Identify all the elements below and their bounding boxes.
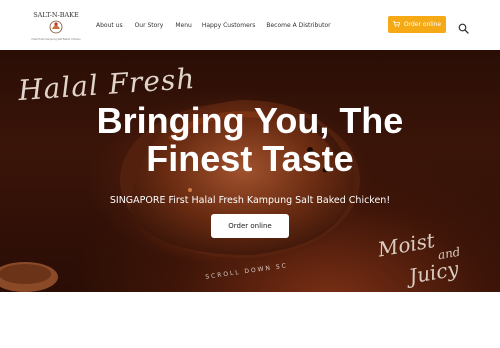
cart-icon	[392, 20, 401, 29]
nav-our-story[interactable]: Our Story	[135, 20, 164, 32]
order-online-hero-button[interactable]: Order online	[211, 214, 289, 238]
nav-menu[interactable]: Menu	[175, 20, 191, 32]
nav-happy-customers[interactable]: Happy Customers	[202, 20, 256, 32]
site-header: SALT-N-BAKE Halal Fresh Kampung Salt Bak…	[0, 0, 500, 50]
svg-text:SALT-N-BAKE: SALT-N-BAKE	[33, 11, 79, 19]
search-icon[interactable]	[458, 19, 469, 34]
hero-banner: Halal Fresh Bringing You, The Finest Tas…	[0, 50, 500, 292]
order-online-header-button[interactable]: Order online	[388, 16, 446, 33]
hero-title-line-2: Finest Taste	[146, 138, 354, 179]
nav-become-distributor[interactable]: Become A Distributor	[266, 20, 330, 32]
order-online-header-label: Order online	[403, 21, 442, 28]
svg-text:Halal Fresh Kampung Salt Baked: Halal Fresh Kampung Salt Baked Chicken	[31, 38, 81, 41]
hero-subtitle: SINGAPORE First Halal Fresh Kampung Salt…	[109, 195, 391, 206]
moist-and-juicy-script: Moist and Juicy	[376, 221, 493, 291]
hero-title: Bringing You, The Finest Taste	[0, 102, 500, 178]
brand-logo[interactable]: SALT-N-BAKE Halal Fresh Kampung Salt Bak…	[30, 8, 82, 44]
main-nav: About us Our Story Menu Happy Customers …	[96, 20, 331, 32]
nav-about-us[interactable]: About us	[96, 20, 123, 32]
hero-title-line-1: Bringing You, The	[96, 100, 404, 141]
garnish-bowl-image	[0, 262, 58, 292]
